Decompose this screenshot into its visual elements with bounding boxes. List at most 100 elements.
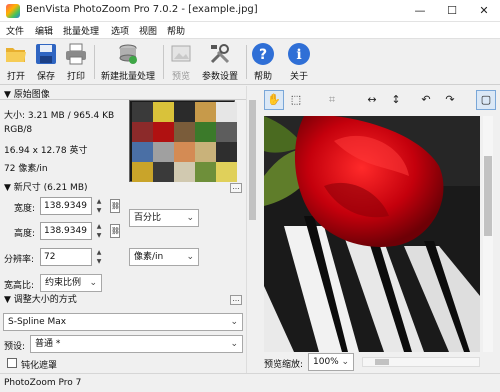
close-button[interactable]: ✕	[468, 0, 500, 22]
help-button[interactable]: ? 帮助	[250, 41, 276, 83]
thumbnail-tile	[174, 162, 195, 182]
status-bar: PhotoZoom Pro 7	[0, 373, 500, 392]
thumbnail-tile	[216, 162, 237, 182]
resolution-stepper[interactable]: ▲ ▼	[95, 248, 103, 266]
scrollbar-thumb[interactable]	[249, 100, 256, 220]
folder-open-icon	[6, 48, 26, 62]
hand-tool-icon[interactable]: ✋	[264, 90, 284, 110]
preview-button[interactable]: 预览	[166, 41, 196, 83]
maximize-button[interactable]: ☐	[436, 0, 468, 22]
thumbnail-tile	[132, 162, 153, 182]
scrollbar-thumb[interactable]	[484, 156, 492, 236]
open-button[interactable]: 打开	[2, 41, 30, 83]
thumbnail-tile	[216, 102, 237, 122]
original-thumbnail	[129, 100, 237, 182]
scrollbar-thumb[interactable]	[375, 359, 389, 365]
toolbar-separator	[163, 45, 164, 79]
preview-image-icon	[171, 45, 191, 62]
preview-label: 预览	[171, 72, 190, 82]
preview-panel: ✋ ⬚ ⌗ ↔ ↕ ↶ ↷ ▢ 预览缩放: 100% ⌄	[258, 86, 500, 373]
thumbnail-tile	[153, 162, 174, 182]
thumbnail-tile	[195, 122, 216, 142]
split-view-icon[interactable]: ▢	[476, 90, 496, 110]
preview-scrollbar[interactable]	[483, 116, 493, 352]
save-button[interactable]: 保存	[32, 41, 60, 83]
preview-image[interactable]	[264, 116, 480, 352]
thumbnail-tile	[195, 142, 216, 162]
thumbnail-tile	[174, 142, 195, 162]
preset-select[interactable]: 普通 * ⌄	[30, 335, 243, 353]
height-stepper[interactable]: ▲ ▼	[95, 222, 103, 240]
method-select[interactable]: S-Spline Max ⌄	[3, 313, 243, 331]
chain-link-icon[interactable]: ⛓	[110, 199, 120, 213]
aspect-select[interactable]: 约束比例 ⌄	[40, 274, 102, 292]
original-image-header[interactable]: ▼ 原始图像	[0, 86, 246, 100]
sharpen-checkbox[interactable]	[7, 358, 17, 368]
menu-bar: 文件 编辑 批量处理 选项 视图 帮助	[0, 22, 500, 39]
print-label: 打印	[66, 72, 85, 82]
rotate-left-icon[interactable]: ↶	[416, 90, 436, 110]
resolution-label: 分辨率:	[4, 255, 35, 265]
aspect-value: 约束比例	[45, 278, 82, 288]
menu-view[interactable]: 视图	[139, 24, 157, 37]
settings-button[interactable]: 参数设置	[198, 41, 242, 83]
new-batch-label: 新建批量处理	[100, 72, 155, 82]
preset-value: 普通 *	[35, 339, 61, 349]
thumbnail-tile	[153, 142, 174, 162]
width-input[interactable]: 138.9349	[40, 197, 92, 215]
height-input[interactable]: 138.9349	[40, 222, 92, 240]
crop-icon[interactable]: ⌗	[322, 90, 342, 110]
menu-batch[interactable]: 批量处理	[63, 24, 99, 37]
preview-horizontal-scrollbar[interactable]	[362, 357, 480, 367]
chevron-down-icon: ⌄	[89, 278, 97, 288]
settings-scrollbar[interactable]	[246, 86, 258, 373]
width-stepper[interactable]: ▲ ▼	[95, 197, 103, 215]
svg-text:?: ?	[259, 47, 267, 63]
menu-help[interactable]: 帮助	[167, 24, 185, 37]
preview-zoom-label: 预览缩放:	[264, 360, 304, 370]
original-dimensions-text: 16.94 x 12.78 英寸	[4, 146, 88, 156]
flip-vertical-icon[interactable]: ↕	[386, 90, 406, 110]
thumbnail-tile	[153, 122, 174, 142]
floppy-disk-icon	[36, 44, 56, 64]
menu-edit[interactable]: 编辑	[35, 24, 53, 37]
aspect-label: 宽高比:	[4, 281, 35, 291]
toolbar-separator	[94, 45, 95, 79]
status-text: PhotoZoom Pro 7	[4, 378, 82, 388]
resize-method-options-button[interactable]: …	[230, 295, 242, 305]
resolution-input[interactable]: 72	[40, 248, 92, 266]
height-label: 高度:	[14, 229, 36, 239]
chevron-down-icon: ⌄	[186, 213, 194, 223]
chevron-down-icon: ⌄	[230, 317, 238, 327]
thumbnail-tile	[174, 122, 195, 142]
about-button[interactable]: i 关于	[286, 41, 312, 83]
marquee-select-icon[interactable]: ⬚	[286, 90, 306, 110]
preset-label: 预设:	[4, 342, 26, 352]
toolbar-separator	[246, 45, 247, 79]
original-size-text: 大小: 3.21 MB / 965.4 KB	[4, 111, 115, 121]
printer-icon	[66, 43, 86, 65]
thumbnail-tile	[132, 142, 153, 162]
thumbnail-tile	[216, 142, 237, 162]
print-button[interactable]: 打印	[62, 41, 90, 83]
svg-text:i: i	[296, 47, 301, 63]
resolution-unit-select[interactable]: 像素/in ⌄	[129, 248, 199, 266]
chain-link-icon[interactable]: ⛓	[110, 224, 120, 238]
help-label: 帮助	[253, 72, 272, 82]
save-label: 保存	[36, 72, 55, 82]
new-batch-button[interactable]: 新建批量处理	[97, 41, 159, 83]
resize-method-header[interactable]: ▼ 调整大小的方式	[0, 291, 246, 305]
sharpen-label: 钝化遮罩	[21, 361, 58, 371]
menu-file[interactable]: 文件	[6, 24, 24, 37]
menu-options[interactable]: 选项	[111, 24, 129, 37]
width-label: 宽度:	[14, 204, 36, 214]
preview-zoom-select[interactable]: 100% ⌄	[308, 353, 354, 371]
toolbar: 打开 保存 打印 新建批量处理 预览 参数设置 ? 帮助 i 关于	[0, 39, 500, 85]
minimize-button[interactable]: —	[404, 0, 436, 22]
flip-horizontal-icon[interactable]: ↔	[362, 90, 382, 110]
size-unit-select[interactable]: 百分比 ⌄	[129, 209, 199, 227]
rotate-right-icon[interactable]: ↷	[440, 90, 460, 110]
batch-stack-icon	[119, 44, 137, 64]
thumbnail-tile	[195, 102, 216, 122]
resize-method-title: ▼ 调整大小的方式	[4, 295, 77, 305]
